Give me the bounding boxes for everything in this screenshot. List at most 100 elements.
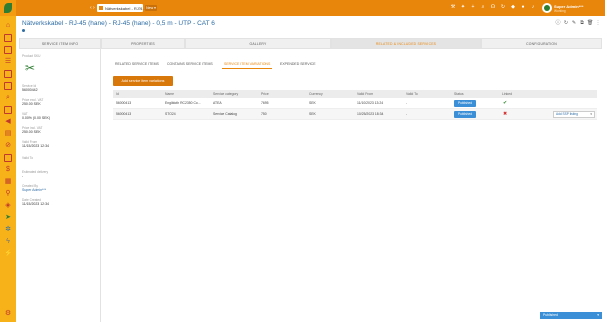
- ssp-listing-dropdown[interactable]: Add SSP listing ▾: [553, 111, 595, 118]
- linked-check-icon: ✔: [503, 100, 508, 106]
- refresh-page-icon[interactable]: ↻: [563, 20, 569, 26]
- more-icon[interactable]: ⋮: [595, 20, 601, 26]
- left-sidebar: ⌂ ☰ ⌕ ◀ ▤ ⊘ $ ▦ ⚲ ◈ ➤ ✲ ϟ ⚡ ⚙: [0, 16, 16, 322]
- tab-configuration[interactable]: CONFIGURATION: [481, 38, 602, 49]
- tab-gallery[interactable]: GALLERY: [185, 38, 331, 49]
- help-icon[interactable]: ⚡: [4, 250, 13, 258]
- bell-icon[interactable]: ♪: [530, 4, 536, 10]
- status-badge: Published: [454, 100, 476, 107]
- edit-icon[interactable]: ✎: [571, 20, 577, 26]
- cell-category: ATEA: [213, 101, 222, 105]
- plus-icon[interactable]: +: [470, 4, 476, 10]
- app-logo[interactable]: [0, 0, 16, 16]
- new-button[interactable]: New ▾: [145, 5, 157, 11]
- chevron-down-icon: ▾: [597, 313, 599, 317]
- cell-id: 56000413: [116, 101, 132, 105]
- avatar: [542, 3, 552, 13]
- tools-icon: ✂: [25, 61, 36, 75]
- refresh-icon[interactable]: ↻: [500, 4, 506, 10]
- column-header[interactable]: Service category: [213, 90, 238, 98]
- money-icon[interactable]: $: [4, 166, 12, 174]
- close-tab-icon[interactable]: ×: [139, 5, 141, 10]
- field-value: 250.00 SEK: [22, 102, 41, 106]
- user-status: Working: [554, 9, 566, 13]
- sub-tabs: RELATED SERVICE ITEMS CONTAINS SERVICE I…: [113, 61, 593, 69]
- table-header: Id Name Service category Price Currency …: [113, 90, 597, 98]
- subtab-service-item-variations[interactable]: SERVICE ITEM VARIATIONS: [222, 61, 273, 69]
- list-icon[interactable]: ☰: [4, 58, 12, 66]
- page-title: Nätverkskabel - RJ-45 (hane) - RJ-45 (ha…: [22, 20, 215, 27]
- chevron-down-icon: ▾: [590, 112, 592, 116]
- field-value: -: [22, 174, 24, 178]
- copy-icon[interactable]: ⧉: [579, 20, 585, 26]
- network-icon[interactable]: ✲: [4, 226, 12, 234]
- field-label: Estimated delivery: [22, 170, 49, 174]
- cell-price: 750: [261, 112, 267, 116]
- device-icon[interactable]: [4, 106, 12, 114]
- info-panel: Product SKU ✂ Service Id 56000442 Price …: [19, 49, 101, 322]
- field-value: 0.00% (0.00 SEK): [22, 116, 51, 120]
- megaphone-icon[interactable]: ◀: [4, 118, 12, 126]
- column-header[interactable]: Id: [116, 90, 119, 98]
- document-icon[interactable]: [4, 82, 12, 90]
- column-header[interactable]: Status: [454, 90, 464, 98]
- table-row[interactable]: 56000413 Englätcth RC2350 Co... ATEA 769…: [113, 98, 597, 109]
- cell-currency: SEK: [309, 112, 316, 116]
- chat-icon[interactable]: ●: [520, 4, 526, 10]
- cart-icon[interactable]: ⚒: [450, 4, 456, 10]
- column-header[interactable]: Linked: [502, 90, 512, 98]
- home-icon[interactable]: ⌂: [4, 22, 12, 30]
- main-tabs: SERVICE ITEM INFO PROPERTIES GALLERY REL…: [19, 38, 602, 49]
- block-icon[interactable]: ⊘: [4, 142, 12, 150]
- shield-icon[interactable]: ◈: [4, 202, 12, 210]
- chart-icon[interactable]: ▤: [4, 130, 12, 138]
- field-label: Valid To: [22, 156, 34, 160]
- pointer-icon[interactable]: ➤: [4, 214, 12, 222]
- gift-icon[interactable]: ✦: [460, 4, 466, 10]
- tag-icon[interactable]: ◆: [510, 4, 516, 10]
- field-value: 11/15/2023 12:34: [22, 144, 49, 148]
- top-bar: ‹ › Nätverkskabel - RJ-4... × New ▾ ⚒ ✦ …: [0, 0, 605, 16]
- status-dropdown-label: Published: [543, 313, 558, 317]
- cart-sidebar-icon[interactable]: ⚲: [4, 190, 12, 198]
- info-icon[interactable]: ⓘ: [555, 20, 561, 26]
- cell-price: 7695: [261, 101, 269, 105]
- subtab-related-service-items[interactable]: RELATED SERVICE ITEMS: [113, 61, 161, 69]
- search-icon[interactable]: ⌕: [480, 4, 486, 10]
- file-icon[interactable]: [4, 154, 12, 162]
- status-dropdown[interactable]: Published ▾: [540, 312, 602, 319]
- table-row[interactable]: 56000413 STO24 Service Catalog 750 SEK 1…: [113, 109, 597, 120]
- column-header[interactable]: Valid From: [357, 90, 373, 98]
- add-variations-button[interactable]: Add service item variations: [113, 76, 173, 86]
- leaf-logo-icon: [4, 3, 12, 13]
- settings-icon[interactable]: ⚙: [4, 310, 12, 318]
- nav-arrows[interactable]: ‹ ›: [90, 5, 95, 11]
- tab-service-item-info[interactable]: SERVICE ITEM INFO: [19, 38, 101, 49]
- delete-icon[interactable]: 🗑: [587, 20, 593, 26]
- cell-valid-from: 11/10/2023 13:24: [357, 101, 384, 105]
- user-menu[interactable]: Super Admin*** Working: [542, 2, 602, 14]
- grid-icon[interactable]: [4, 34, 12, 42]
- tab-properties[interactable]: PROPERTIES: [101, 38, 185, 49]
- top-icons: ⚒ ✦ + ⌕ ☊ ↻ ◆ ● ♪: [450, 4, 536, 12]
- building-icon[interactable]: ▦: [4, 178, 12, 186]
- subtab-contains-service-items[interactable]: CONTAINS SERVICE ITEMS: [165, 61, 215, 69]
- lightning-icon[interactable]: ϟ: [4, 238, 12, 246]
- cell-category: Service Catalog: [213, 112, 237, 116]
- column-header[interactable]: Valid To: [406, 90, 418, 98]
- created-by-link[interactable]: Super Admin***: [22, 188, 46, 192]
- subtab-expended-service[interactable]: EXPENDED SERVICE: [278, 61, 318, 69]
- status-dot-icon: [22, 29, 25, 32]
- open-tab[interactable]: Nätverkskabel - RJ-4... ×: [97, 4, 146, 12]
- ssp-listing-label: Add SSP listing: [556, 112, 578, 116]
- calendar-icon[interactable]: [4, 46, 12, 54]
- column-header[interactable]: Name: [165, 90, 174, 98]
- box-icon[interactable]: [4, 70, 12, 78]
- headset-icon[interactable]: ☊: [490, 4, 496, 10]
- column-header[interactable]: Currency: [309, 90, 323, 98]
- field-value: 56000442: [22, 88, 38, 92]
- tab-icon: [99, 6, 103, 10]
- tab-related-included-services[interactable]: RELATED & INCLUDED SERVICES: [331, 38, 481, 49]
- column-header[interactable]: Price: [261, 90, 269, 98]
- search-sidebar-icon[interactable]: ⌕: [4, 94, 12, 102]
